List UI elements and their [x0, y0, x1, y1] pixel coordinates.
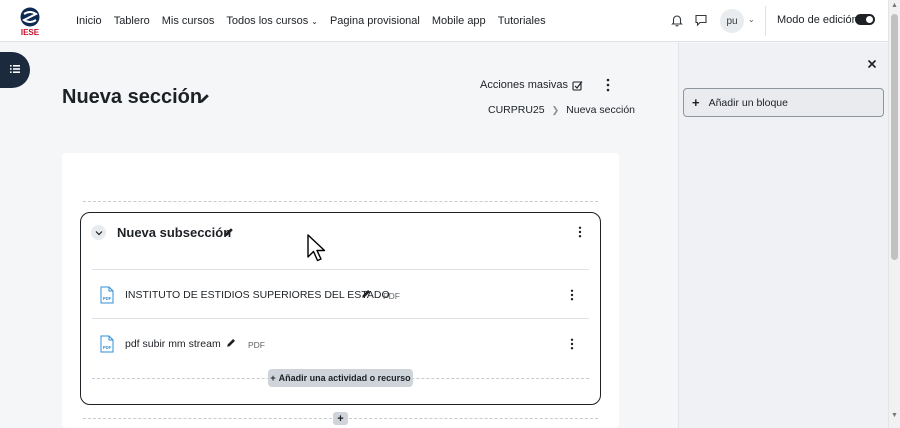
activity-link[interactable]: INSTITUTO DE ESTIDIOS SUPERIORES DEL EST…	[125, 289, 390, 301]
activity-list-divider	[92, 269, 589, 270]
activity-divider	[92, 318, 589, 319]
svg-text:PDF: PDF	[103, 345, 112, 350]
edit-pencil-icon[interactable]	[198, 92, 211, 105]
chat-icon[interactable]	[694, 13, 708, 27]
chevron-down-icon: ⌄	[311, 16, 318, 26]
pdf-icon: PDF	[100, 335, 114, 353]
nav-link-tablero[interactable]: Tablero	[114, 15, 150, 27]
pdf-icon: PDF	[100, 286, 114, 304]
close-icon[interactable]	[865, 57, 879, 71]
svg-text:PDF: PDF	[103, 296, 112, 301]
mouse-pointer-icon	[307, 234, 326, 262]
primary-navigation: Inicio Tablero Mis cursos Todos los curs…	[76, 0, 546, 42]
edit-mode-label: Modo de edición	[777, 14, 858, 26]
page-title: Nueva sección	[62, 86, 203, 108]
activity-type-badge: PDF	[383, 291, 400, 301]
bulk-edit-icon	[572, 80, 583, 91]
breadcrumb-item-course[interactable]: CURPRU25	[488, 104, 545, 116]
nav-link-mobile-app[interactable]: Mobile app	[432, 15, 486, 27]
activity-more-options-icon[interactable]	[569, 338, 575, 350]
scroll-down-arrow-icon[interactable]: ▼	[891, 412, 898, 419]
chevron-right-icon: ❯	[551, 104, 560, 115]
add-activity-button[interactable]: + Añadir una actividad o recurso	[268, 369, 413, 387]
divider	[765, 6, 766, 36]
chevron-down-icon[interactable]: ⌄	[748, 15, 755, 24]
bell-icon[interactable]	[670, 13, 684, 27]
collapse-subsection-button[interactable]	[91, 225, 106, 240]
breadcrumb: CURPRU25 ❯ Nueva sección	[488, 104, 635, 116]
edit-pencil-icon[interactable]	[361, 288, 372, 299]
activity-type-badge: PDF	[248, 340, 265, 350]
edit-pencil-icon[interactable]	[226, 337, 237, 348]
user-avatar[interactable]: pu	[720, 9, 744, 33]
breadcrumb-item-section[interactable]: Nueva sección	[566, 104, 635, 116]
chevron-down-icon	[95, 230, 102, 235]
list-icon	[10, 65, 20, 73]
nav-link-mis-cursos[interactable]: Mis cursos	[162, 15, 215, 27]
top-navbar: IESE Inicio Tablero Mis cursos Todos los…	[0, 0, 888, 42]
page-scrollbar[interactable]: ▲ ▼	[888, 0, 900, 428]
bulk-actions-button[interactable]: Acciones masivas	[480, 79, 583, 91]
nav-link-tutoriales[interactable]: Tutoriales	[498, 15, 546, 27]
edit-mode-toggle[interactable]	[855, 14, 875, 25]
activity-more-options-icon[interactable]	[569, 289, 575, 301]
course-index-toggle-button[interactable]	[0, 52, 30, 88]
add-section-button[interactable]: +	[333, 412, 348, 425]
scrollbar-thumb[interactable]	[891, 14, 898, 260]
plus-icon: +	[692, 95, 700, 110]
more-options-icon[interactable]	[604, 78, 612, 92]
plus-icon: +	[270, 373, 276, 383]
section-divider	[83, 201, 598, 202]
logo-text: IESE	[21, 28, 40, 36]
nav-link-pagina-provisional[interactable]: Pagina provisional	[330, 15, 420, 27]
subsection-title: Nueva subsección	[117, 225, 232, 240]
edit-pencil-icon[interactable]	[223, 226, 235, 238]
scroll-up-arrow-icon[interactable]: ▲	[891, 2, 898, 9]
activity-link[interactable]: pdf subir mm stream	[125, 338, 221, 350]
iese-logo[interactable]: IESE	[16, 6, 44, 37]
nav-link-inicio[interactable]: Inicio	[76, 15, 102, 27]
subsection-more-options-icon[interactable]	[577, 226, 583, 238]
nav-link-todos-los-cursos[interactable]: Todos los cursos ⌄	[226, 15, 318, 27]
add-block-button[interactable]: + Añadir un bloque	[683, 88, 884, 117]
